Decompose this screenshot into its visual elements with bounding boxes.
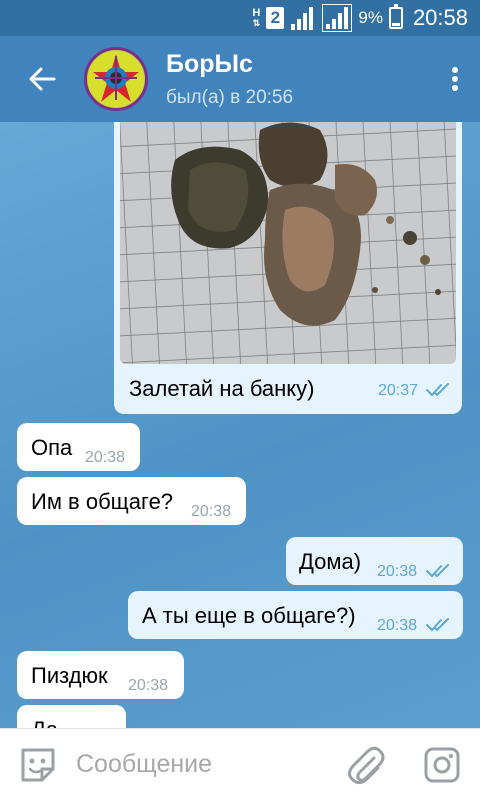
message-time: 20:38: [85, 449, 126, 466]
more-vertical-icon: [452, 67, 458, 91]
message-time: 20:38: [377, 617, 418, 634]
avatar[interactable]: [84, 47, 148, 111]
message-time: 20:38: [191, 503, 232, 520]
message-bubble-incoming[interactable]: Им в общаге? 20:38: [17, 477, 246, 525]
message-text: Дома): [299, 549, 362, 574]
message-bubble-incoming[interactable]: Да: [17, 705, 126, 728]
instagram-camera-icon: [424, 747, 460, 782]
attach-button[interactable]: [328, 729, 404, 800]
network-type-indicator: H ⇅: [252, 7, 261, 29]
message-input[interactable]: Сообщение: [76, 750, 328, 779]
photo-message[interactable]: Залетай на банку) 20:37: [114, 122, 462, 414]
signal-icon-sim2: [322, 4, 353, 32]
message-time: 20:38: [128, 677, 169, 694]
photo-image: [120, 122, 456, 364]
message-bubble-outgoing[interactable]: А ты еще в общаге?) 20:38: [128, 591, 463, 639]
message-text: Пиздюк: [31, 663, 108, 688]
message-list[interactable]: Залетай на банку) 20:37 Опа 20:38 Им в о…: [0, 122, 480, 728]
message-bubble-incoming[interactable]: Опа 20:38: [17, 423, 140, 471]
message-text: Им в общаге?: [31, 489, 174, 514]
sticker-icon: [21, 748, 55, 781]
clock: 20:58: [412, 5, 468, 30]
contact-info[interactable]: БорЫс был(а) в 20:56: [166, 50, 430, 109]
battery-icon: [388, 4, 403, 29]
mandala-avatar-icon: [88, 51, 144, 107]
contact-name: БорЫс: [166, 49, 253, 78]
arrow-left-icon: [29, 67, 56, 91]
paperclip-icon: [348, 746, 385, 784]
double-check-icon: [426, 383, 449, 397]
emoji-button[interactable]: [0, 729, 76, 800]
camera-button[interactable]: [404, 729, 480, 800]
last-seen-status: был(а) в 20:56: [166, 86, 294, 108]
chat-header: БорЫс был(а) в 20:56: [0, 36, 480, 122]
message-time: 20:37: [378, 382, 419, 399]
double-check-icon: [426, 618, 449, 632]
message-text: Да: [31, 717, 58, 728]
message-composer: Сообщение: [0, 728, 480, 800]
back-button[interactable]: [0, 36, 84, 122]
signal-icon: [291, 7, 314, 30]
sim-indicator: 2: [266, 7, 285, 29]
message-time: 20:38: [377, 563, 418, 580]
more-options-button[interactable]: [430, 36, 480, 122]
message-bubble-incoming[interactable]: Пиздюк 20:38: [17, 651, 184, 699]
status-bar: H ⇅ 2 9% 20:58: [0, 0, 480, 36]
battery-percent: 9%: [358, 8, 383, 27]
message-text: Опа: [31, 435, 73, 460]
double-check-icon: [426, 564, 449, 578]
message-bubble-outgoing[interactable]: Дома) 20:38: [286, 537, 463, 585]
message-photo[interactable]: [120, 122, 456, 364]
message-text: Залетай на банку): [129, 376, 315, 401]
message-text: А ты еще в общаге?): [142, 603, 356, 628]
